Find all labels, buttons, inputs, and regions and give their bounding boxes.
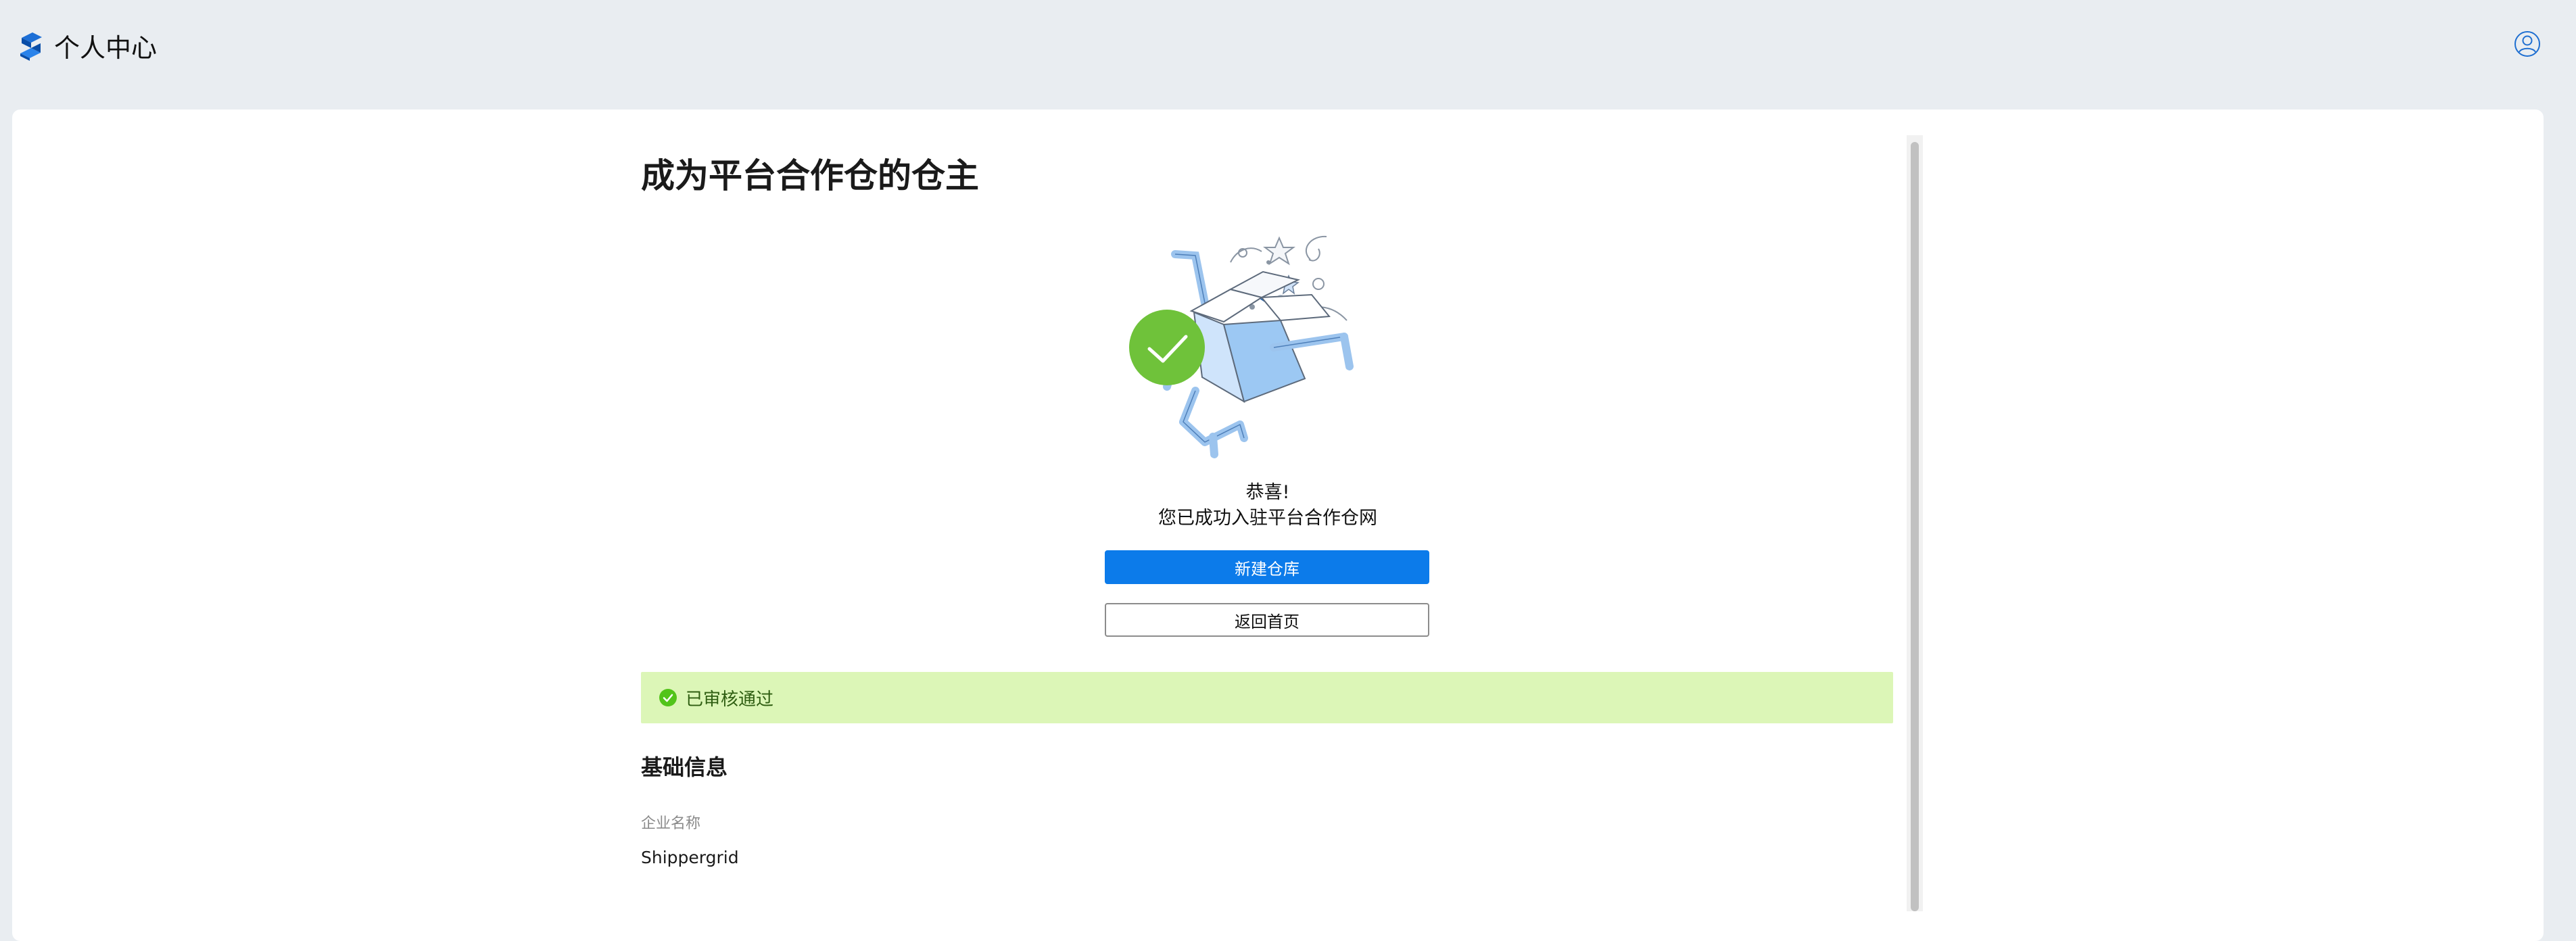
company-name-label: 企业名称: [641, 815, 701, 832]
top-header: 个人中心: [0, 0, 2576, 88]
back-home-button[interactable]: 返回首页: [1105, 603, 1429, 637]
brand-logo-icon: [20, 32, 42, 61]
content-panel: 成为平台合作仓的仓主 恭喜! 您已成功入驻平台合作仓网 新建仓库 返回首页 已审…: [641, 135, 1894, 911]
success-line-2: 您已成功入驻平台合作仓网: [1158, 508, 1377, 529]
user-avatar-icon[interactable]: [2514, 30, 2541, 57]
company-name-value: Shippergrid: [641, 848, 739, 867]
open-box-success-illustration: [1129, 235, 1354, 458]
create-warehouse-button[interactable]: 新建仓库: [1105, 550, 1429, 584]
app-title: 个人中心: [54, 33, 158, 63]
success-message: 恭喜! 您已成功入驻平台合作仓网: [641, 480, 1894, 531]
brand[interactable]: 个人中心: [18, 27, 157, 64]
page-title: 成为平台合作仓的仓主: [641, 156, 979, 195]
success-line-1: 恭喜!: [1245, 482, 1290, 503]
status-text: 已审核通过: [686, 689, 774, 710]
scrollbar-thumb[interactable]: [1911, 142, 1919, 911]
section-title-basic-info: 基础信息: [641, 754, 728, 780]
check-circle-icon: [659, 689, 677, 706]
status-banner: 已审核通过: [641, 672, 1893, 723]
